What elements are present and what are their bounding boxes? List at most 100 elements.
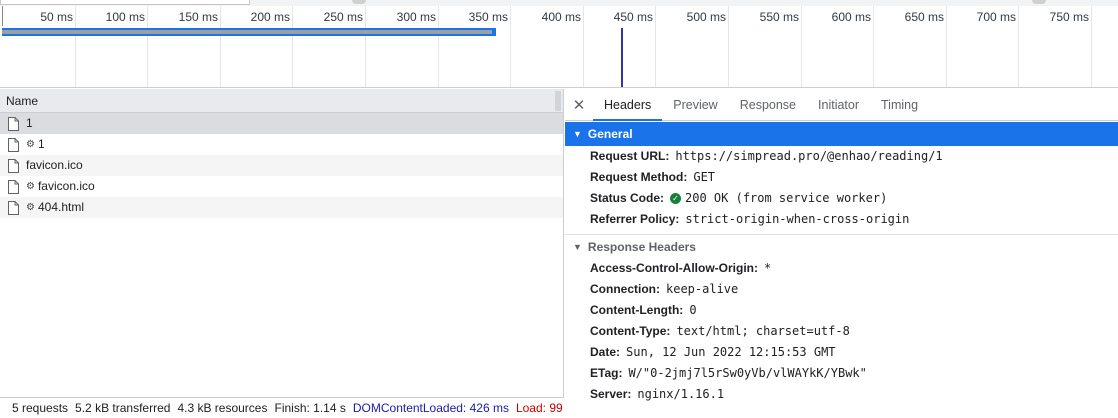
- request-row[interactable]: ⚙ 1: [0, 134, 563, 155]
- header-key: Access-Control-Allow-Origin:: [590, 261, 759, 275]
- request-name: 1: [26, 116, 33, 130]
- request-url-row: Request URL: https://simpread.pro/@enhao/…: [565, 146, 1118, 167]
- header-value: W/"0-2jmj7l5rSw0yVb/vlWAYkK/YBwk": [628, 366, 867, 380]
- close-icon[interactable]: ✕: [565, 89, 593, 120]
- details-tab-bar: ✕ Headers Preview Response Initiator Tim…: [565, 89, 1118, 121]
- request-details-panel: ✕ Headers Preview Response Initiator Tim…: [565, 89, 1118, 418]
- header-value: Sun, 12 Jun 2022 12:15:53 GMT: [626, 345, 836, 359]
- timeline-tick-label: 200 ms: [250, 10, 290, 24]
- timeline-tick-label: 50 ms: [40, 10, 73, 24]
- name-column-label: Name: [6, 94, 39, 108]
- timeline-tick-label: 100 ms: [105, 10, 145, 24]
- response-header-row: Connection: keep-alive: [565, 279, 1118, 300]
- timeline-tick-label: 250 ms: [323, 10, 363, 24]
- request-row[interactable]: ⚙ 404.html: [0, 197, 563, 218]
- response-header-row: Server: nginx/1.16.1: [565, 384, 1118, 405]
- request-list-panel: Name 1 ⚙ 1 favicon.ico ⚙ favicon.ico ⚙ 404.html…: [0, 89, 564, 418]
- name-column-header[interactable]: Name: [0, 89, 563, 113]
- header-key: Status Code:: [590, 191, 665, 205]
- header-key: Referrer Policy:: [590, 212, 680, 226]
- overview-window-handle[interactable]: [0, 0, 250, 5]
- request-row[interactable]: favicon.ico: [0, 155, 563, 176]
- status-code-value: 200 OK (from service worker): [685, 191, 888, 205]
- header-key: Date:: [590, 345, 621, 359]
- tab-timing[interactable]: Timing: [870, 89, 929, 120]
- dom-content-loaded-time: DOMContentLoaded: 426 ms: [352, 401, 509, 415]
- header-value: text/html; charset=utf-8: [676, 324, 850, 338]
- service-worker-gear-icon: ⚙: [26, 181, 35, 192]
- timeline-tick-label: 450 ms: [613, 10, 653, 24]
- request-timing-bar-fill: [2, 30, 492, 34]
- header-value: 0: [689, 303, 697, 317]
- response-header-row: ETag: W/"0-2jmj7l5rSw0yVb/vlWAYkK/YBwk": [565, 363, 1118, 384]
- network-summary-bar: 5 requests 5.2 kB transferred 4.3 kB res…: [0, 397, 564, 418]
- status-ok-icon: [670, 193, 682, 204]
- request-name: 404.html: [37, 200, 84, 214]
- header-key: Content-Length:: [590, 303, 684, 317]
- header-value: nginx/1.16.1: [637, 387, 725, 401]
- overview-drag-handle[interactable]: [352, 0, 366, 4]
- header-key: ETag:: [590, 366, 623, 380]
- overview-scroll-strip[interactable]: [0, 0, 1118, 6]
- collapse-triangle-icon: ▼: [573, 129, 582, 139]
- request-name: favicon.ico: [37, 179, 95, 193]
- timeline-tick-label: 650 ms: [904, 10, 944, 24]
- header-key: Request Method:: [590, 170, 688, 184]
- document-icon: [8, 116, 19, 131]
- header-value: keep-alive: [666, 282, 739, 296]
- overview-drag-handle[interactable]: [1032, 0, 1046, 4]
- service-worker-gear-icon: ⚙: [26, 139, 35, 150]
- tab-response[interactable]: Response: [729, 89, 807, 120]
- timeline-tick-label: 600 ms: [831, 10, 871, 24]
- header-key: Content-Type:: [590, 324, 671, 338]
- status-code-row: Status Code: 200 OK (from service worker): [565, 188, 1118, 209]
- response-headers-list: Access-Control-Allow-Origin: * Connection:…: [565, 258, 1118, 405]
- tab-initiator[interactable]: Initiator: [807, 89, 870, 120]
- referrer-policy-row: Referrer Policy: strict-origin-when-cross…: [565, 209, 1118, 230]
- timeline-tick-label: 750 ms: [1049, 10, 1089, 24]
- request-method-value: GET: [693, 170, 716, 184]
- service-worker-gear-icon: ⚙: [26, 202, 35, 213]
- response-headers-title: Response Headers: [587, 239, 696, 254]
- timeline-tick-label: 350 ms: [468, 10, 508, 24]
- header-key: Request URL:: [590, 149, 670, 163]
- document-icon: [8, 179, 19, 194]
- resources-size: 4.3 kB resources: [177, 401, 268, 415]
- request-row[interactable]: ⚙ favicon.ico: [0, 176, 563, 197]
- response-headers-section-header[interactable]: ▼ Response Headers: [565, 234, 1118, 258]
- header-key: Connection:: [590, 282, 660, 296]
- referrer-policy-value: strict-origin-when-cross-origin: [685, 212, 910, 226]
- transferred-size: 5.2 kB transferred: [75, 401, 171, 415]
- document-icon: [8, 158, 19, 173]
- finish-time: Finish: 1.14 s: [274, 401, 346, 415]
- request-url-value: https://simpread.pro/@enhao/reading/1: [675, 149, 943, 163]
- timeline-tick-label: 550 ms: [759, 10, 799, 24]
- header-key: Server:: [590, 387, 632, 401]
- request-method-row: Request Method: GET: [565, 167, 1118, 188]
- timeline-gridline: [1091, 6, 1092, 87]
- request-name: 1: [37, 137, 45, 151]
- document-icon: [8, 137, 19, 152]
- response-header-row: Date: Sun, 12 Jun 2022 12:15:53 GMT: [565, 342, 1118, 363]
- network-overview-timeline[interactable]: 50 ms 100 ms 150 ms 200 ms 250 ms 300 ms 350 m…: [0, 0, 1118, 88]
- timeline-tick-label: 500 ms: [686, 10, 726, 24]
- column-resizer[interactable]: [555, 91, 561, 111]
- document-icon: [8, 200, 19, 215]
- tab-headers[interactable]: Headers: [593, 89, 663, 121]
- timeline-tick-label: 400 ms: [541, 10, 581, 24]
- request-row[interactable]: 1: [0, 113, 563, 134]
- tab-preview[interactable]: Preview: [662, 89, 728, 120]
- response-header-row: Content-Length: 0: [565, 300, 1118, 321]
- general-section-title: General: [587, 127, 633, 141]
- header-value: *: [764, 261, 772, 275]
- response-header-row: Access-Control-Allow-Origin: *: [565, 258, 1118, 279]
- response-header-row: Content-Type: text/html; charset=utf-8: [565, 321, 1118, 342]
- timeline-tick-label: 700 ms: [976, 10, 1016, 24]
- request-count: 5 requests: [12, 401, 69, 415]
- load-time: Load: 99: [515, 401, 563, 415]
- general-section-header[interactable]: ▼ General: [565, 122, 1118, 146]
- dom-content-loaded-marker: [621, 28, 623, 87]
- collapse-triangle-icon: ▼: [573, 241, 582, 252]
- request-rows: 1 ⚙ 1 favicon.ico ⚙ favicon.ico ⚙ 404.html: [0, 113, 563, 218]
- timeline-tick-label: 150 ms: [178, 10, 218, 24]
